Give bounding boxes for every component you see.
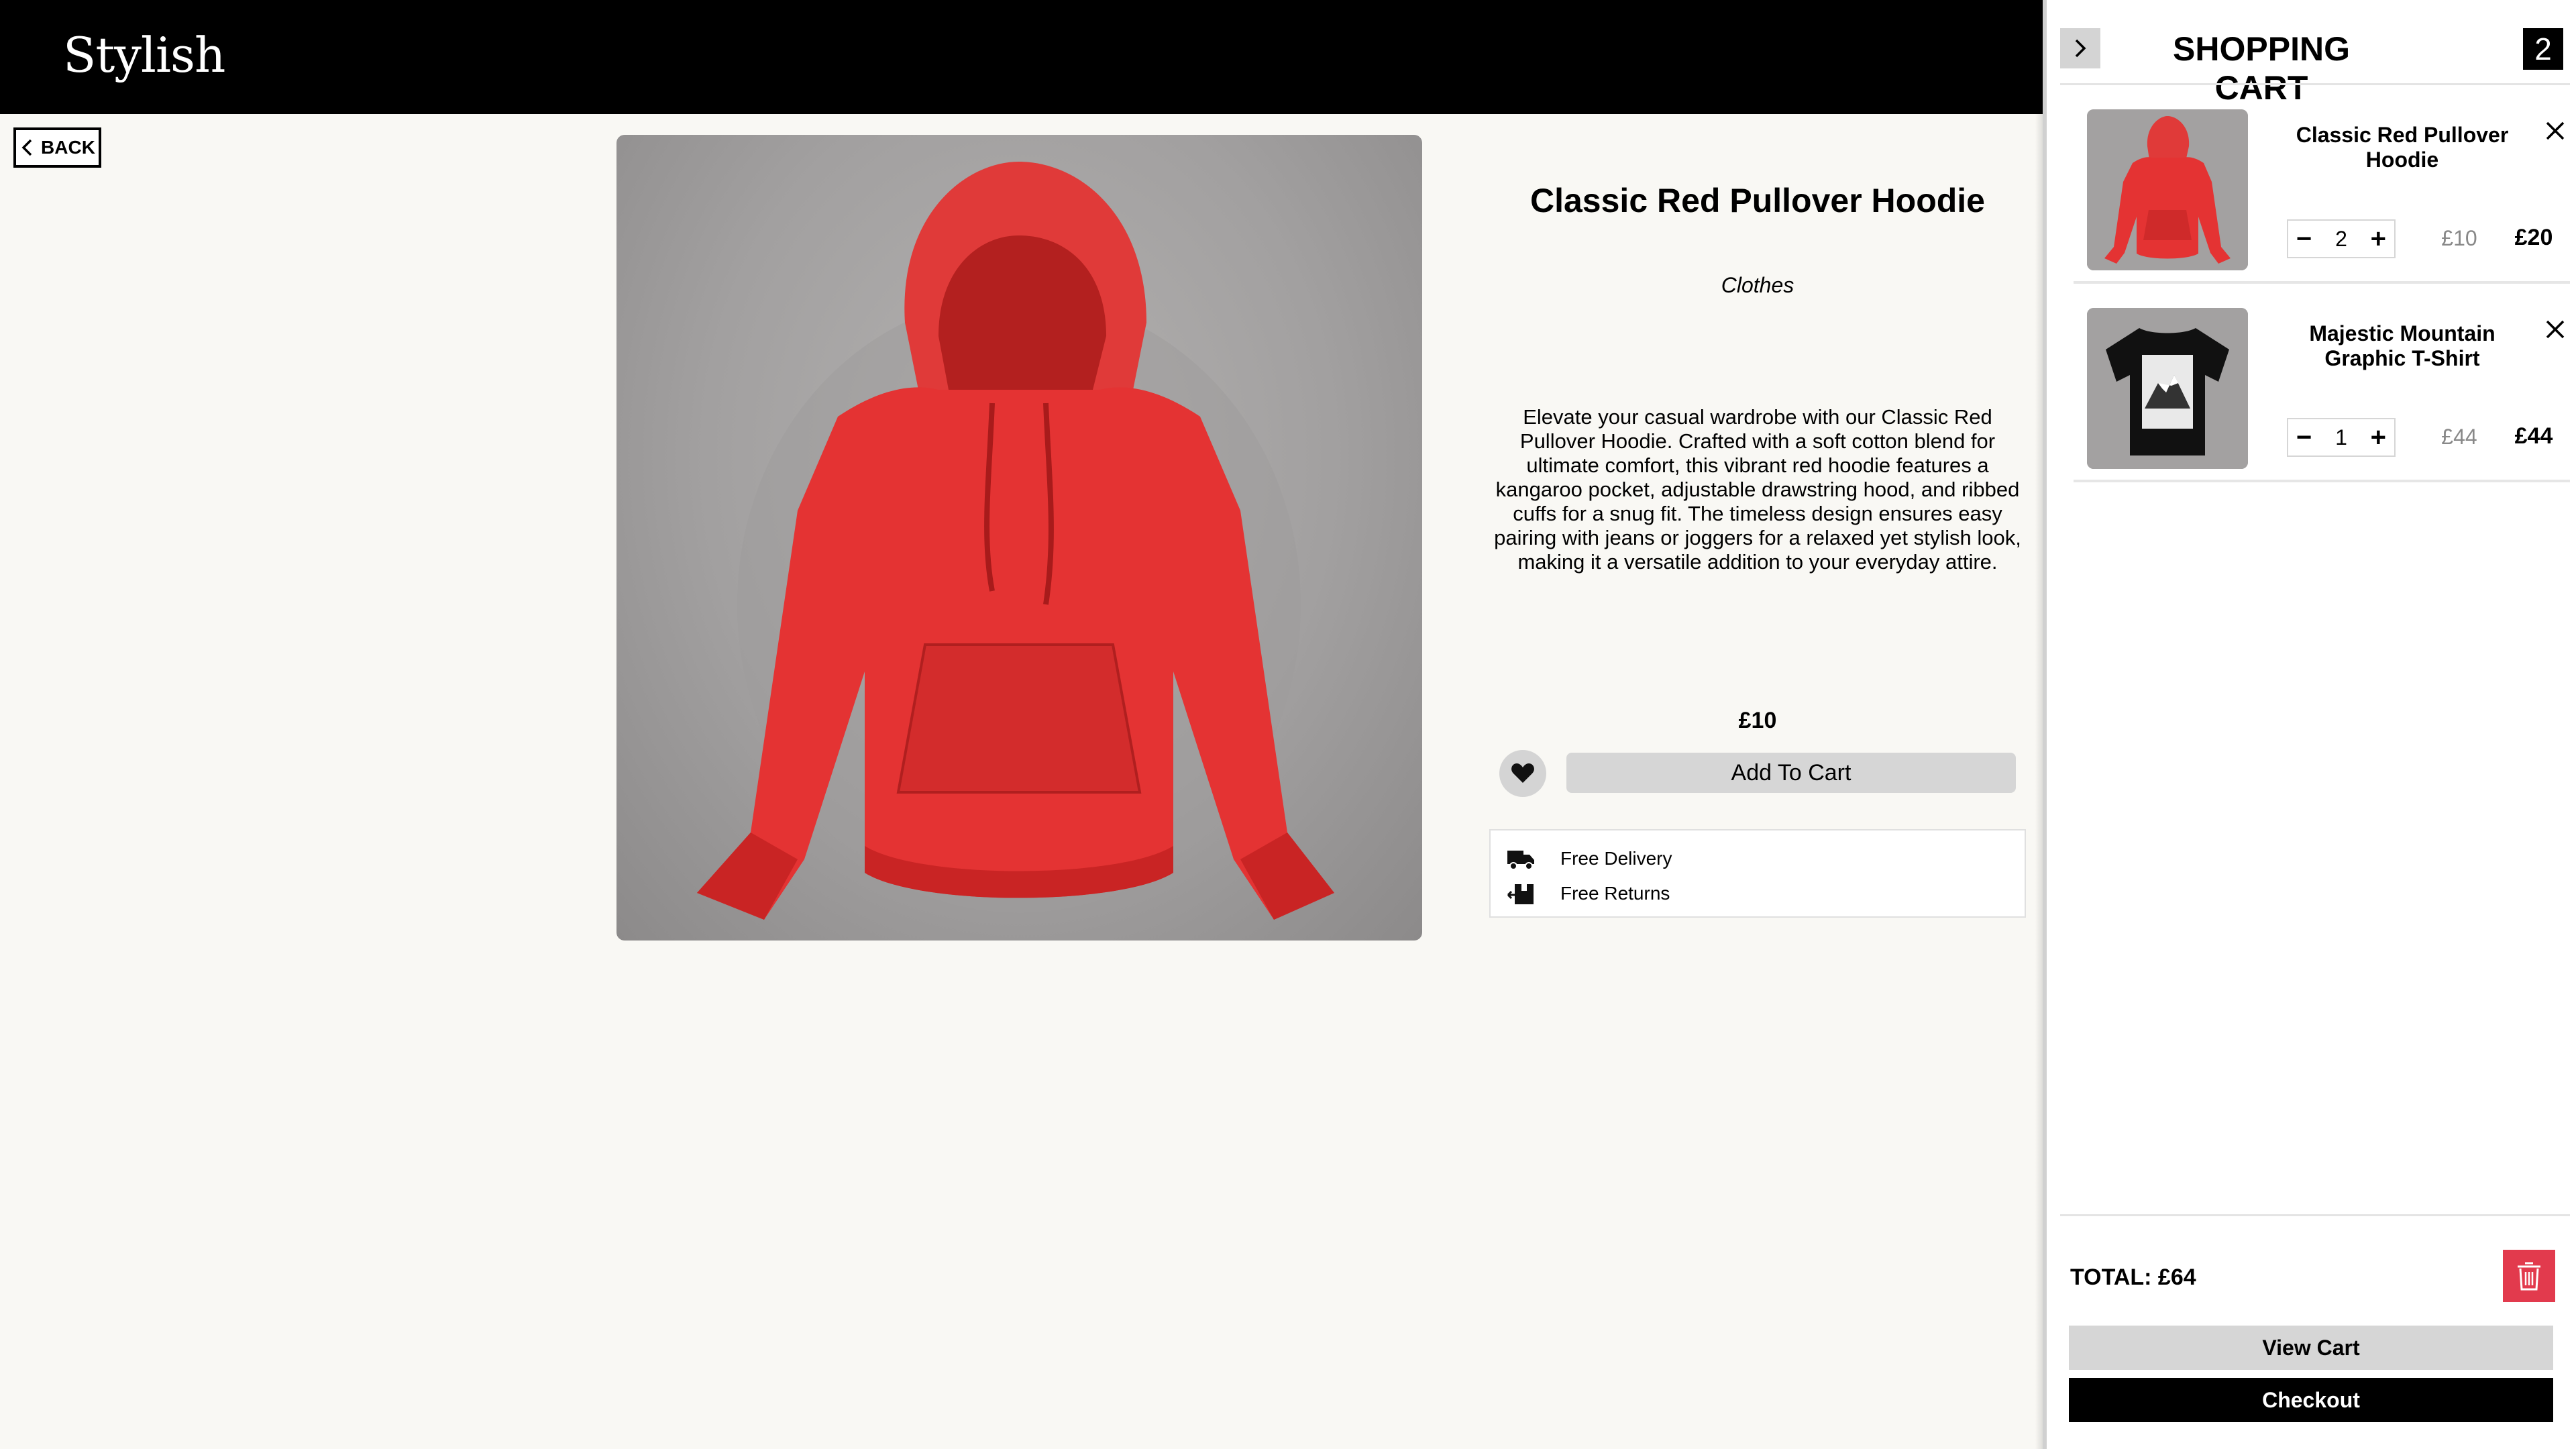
cart-item-unit-price: £44 xyxy=(2441,425,2477,449)
product-image xyxy=(616,135,1422,941)
perk-free-returns: Free Returns xyxy=(1507,880,1670,907)
top-navbar: Stylish xyxy=(0,0,2047,114)
checkout-button[interactable]: Checkout xyxy=(2069,1378,2553,1422)
wishlist-button[interactable] xyxy=(1499,750,1546,797)
product-title: Classic Red Pullover Hoodie xyxy=(1530,182,1985,219)
back-label: BACK xyxy=(41,137,95,158)
view-cart-button[interactable]: View Cart xyxy=(2069,1326,2553,1370)
cart-item-name[interactable]: Majestic Mountain Graphic T-Shirt xyxy=(2275,321,2530,371)
product-description: Elevate your casual wardrobe with our Cl… xyxy=(1494,405,2021,574)
cart-item-thumbnail[interactable] xyxy=(2087,308,2248,469)
hoodie-thumbnail-illustration xyxy=(2087,109,2248,270)
cart-total: TOTAL: £64 xyxy=(2070,1265,2196,1290)
product-price: £10 xyxy=(1738,708,1777,733)
decrease-quantity-button[interactable]: − xyxy=(2296,225,2312,252)
heart-icon xyxy=(1511,763,1534,783)
close-cart-button[interactable] xyxy=(2060,28,2100,68)
perk-free-delivery: Free Delivery xyxy=(1507,845,1672,872)
cart-item-thumbnail[interactable] xyxy=(2087,109,2248,270)
cart-item-line-total: £44 xyxy=(2514,423,2553,449)
returns-box-icon xyxy=(1507,884,1534,904)
cart-count-badge: 2 xyxy=(2523,28,2563,70)
chevron-right-icon xyxy=(2075,39,2086,58)
cart-item-unit-price: £10 xyxy=(2441,226,2477,250)
perk-label: Free Returns xyxy=(1560,883,1670,904)
remove-item-button[interactable] xyxy=(2543,119,2567,143)
decrease-quantity-button[interactable]: − xyxy=(2296,424,2312,451)
increase-quantity-button[interactable]: + xyxy=(2371,424,2386,451)
shipping-perks: Free Delivery Free Returns xyxy=(1489,829,2026,918)
product-category[interactable]: Clothes xyxy=(1489,273,2026,298)
hoodie-illustration xyxy=(697,162,1334,920)
cart-item: Majestic Mountain Graphic T-Shirt − 1 + … xyxy=(2060,284,2570,482)
quantity-value: 2 xyxy=(2335,226,2347,251)
cart-item-name[interactable]: Classic Red Pullover Hoodie xyxy=(2275,123,2530,172)
close-icon xyxy=(2546,320,2565,339)
divider xyxy=(2074,480,2570,482)
trash-icon xyxy=(2518,1262,2540,1291)
shopping-cart-drawer: SHOPPING CART 2 Classic Red Pullover Hoo… xyxy=(2043,0,2576,1449)
quantity-value: 1 xyxy=(2335,425,2347,449)
delivery-truck-icon xyxy=(1507,851,1534,870)
quantity-stepper: − 2 + xyxy=(2287,219,2396,258)
divider xyxy=(2060,1214,2570,1216)
tshirt-thumbnail-illustration xyxy=(2087,308,2248,469)
cart-item-line-total: £20 xyxy=(2514,225,2553,250)
cart-item: Classic Red Pullover Hoodie − 2 + £10 £2… xyxy=(2060,85,2570,284)
remove-item-button[interactable] xyxy=(2543,317,2567,341)
site-logo[interactable]: Stylish xyxy=(63,27,225,83)
chevron-left-icon xyxy=(21,139,32,156)
back-button[interactable]: BACK xyxy=(13,127,101,168)
increase-quantity-button[interactable]: + xyxy=(2371,225,2386,252)
perk-label: Free Delivery xyxy=(1560,848,1672,869)
close-icon xyxy=(2546,121,2565,140)
clear-cart-button[interactable] xyxy=(2503,1250,2555,1302)
add-to-cart-button[interactable]: Add To Cart xyxy=(1566,753,2016,793)
quantity-stepper: − 1 + xyxy=(2287,418,2396,457)
